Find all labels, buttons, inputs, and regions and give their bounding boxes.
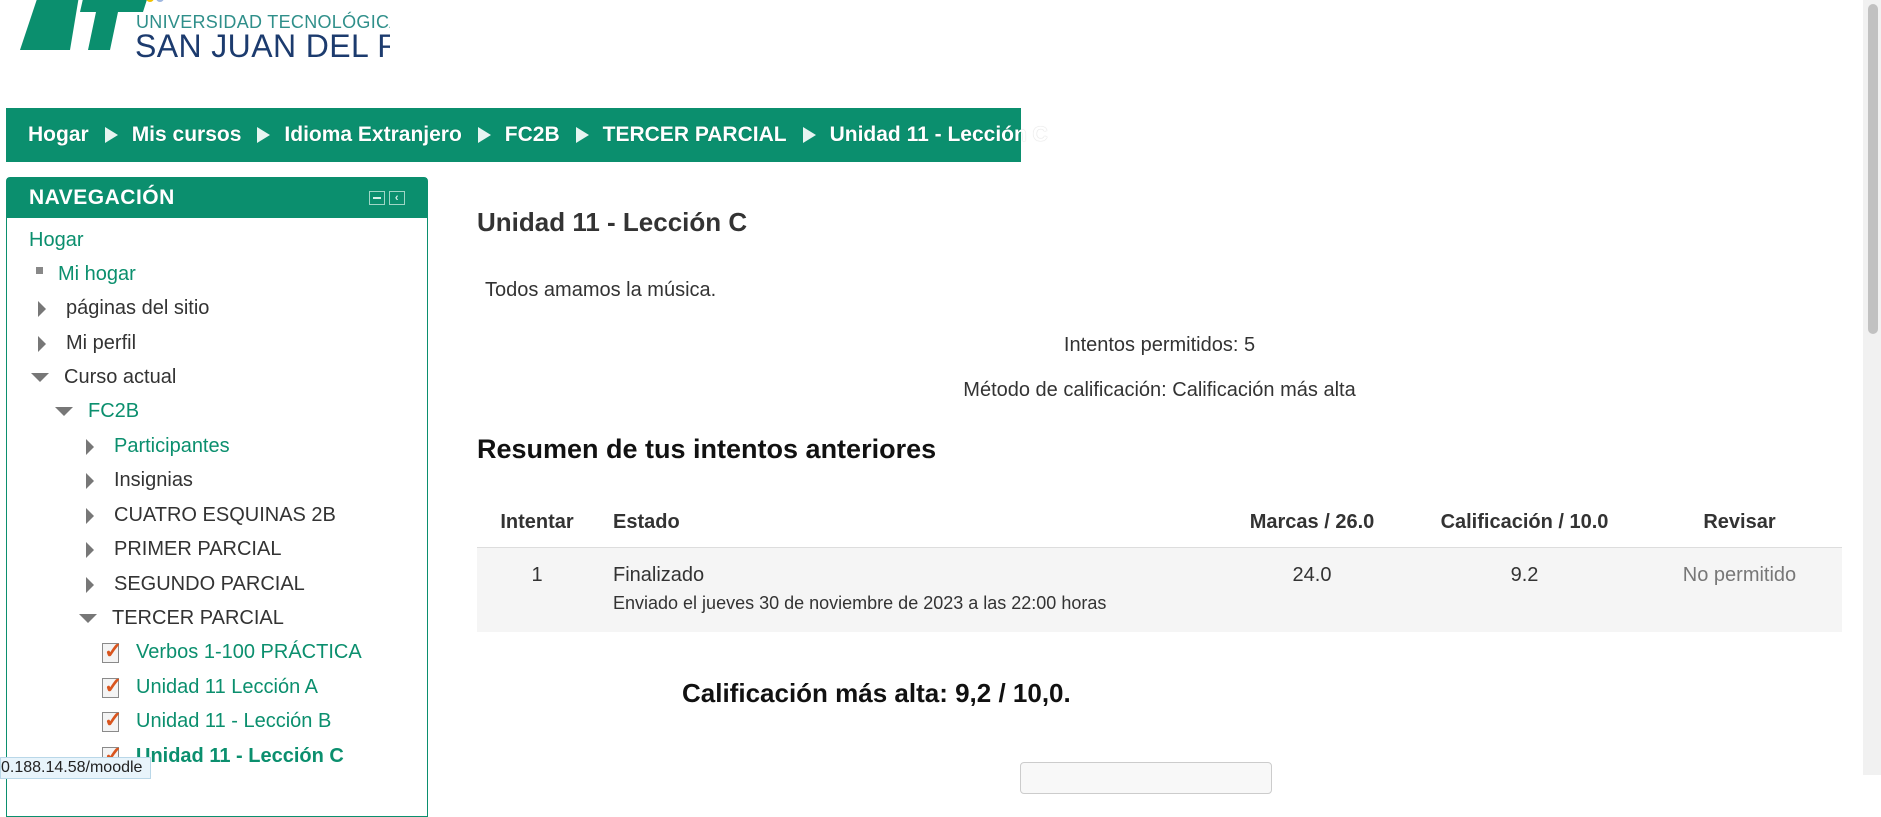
collapse-arrow-icon — [79, 614, 97, 623]
nav-item-quiz-unidad-11-a[interactable]: ✓ Unidad 11 Lección A — [102, 672, 318, 699]
attempts-table: Intentar Estado Marcas / 26.0 Calificaci… — [477, 497, 1842, 632]
nav-item-section-segundo-parcial[interactable]: SEGUNDO PARCIAL — [86, 573, 305, 596]
dock-block-icon[interactable]: ‹ — [389, 191, 405, 205]
column-header-marks: Marcas / 26.0 — [1212, 497, 1412, 548]
table-header-row: Intentar Estado Marcas / 26.0 Calificaci… — [477, 497, 1842, 548]
nav-item-label: Mi hogar — [58, 263, 136, 285]
nav-item-quiz-verbos[interactable]: ✓ Verbos 1-100 PRÁCTICA — [102, 637, 362, 664]
attempt-submitted-date: Enviado el jueves 30 de noviembre de 202… — [613, 593, 1107, 613]
expand-arrow-icon — [86, 472, 94, 489]
breadcrumb-home[interactable]: Hogar — [28, 123, 89, 147]
column-header-state: Estado — [597, 497, 1212, 548]
nav-item-label: TERCER PARCIAL — [112, 607, 284, 629]
nav-item-label: Verbos 1-100 PRÁCTICA — [136, 641, 362, 663]
nav-item-current-course[interactable]: Curso actual — [31, 366, 176, 389]
quiz-icon: ✓ — [102, 637, 123, 663]
page-scrollbar[interactable] — [1863, 0, 1881, 775]
expand-arrow-icon — [86, 507, 94, 524]
bullet-icon — [36, 267, 43, 274]
attempt-marks: 24.0 — [1292, 564, 1332, 586]
nav-item-my-profile[interactable]: Mi perfil — [38, 332, 136, 355]
expand-arrow-icon — [86, 576, 94, 593]
navigation-header: NAVEGACIÓN ‹ — [7, 178, 427, 218]
navigation-block: NAVEGACIÓN ‹ Hogar Mi hogar páginas del … — [6, 177, 428, 817]
quiz-icon: ✓ — [102, 672, 123, 698]
table-row: 1 Finalizado Enviado el jueves 30 de nov… — [477, 547, 1842, 632]
expand-arrow-icon — [86, 438, 94, 455]
nav-item-label: Unidad 11 Lección A — [136, 676, 318, 698]
attempt-number: 1 — [531, 564, 543, 586]
column-header-grade: Calificación / 10.0 — [1412, 497, 1637, 548]
collapse-block-icon[interactable] — [369, 191, 385, 205]
status-bar-url: 0.188.14.58/moodle — [0, 757, 152, 779]
university-logo[interactable]: UNIVERSIDAD TECNOLÓGICA DE SAN JUAN DEL … — [10, 0, 390, 66]
nav-item-badges[interactable]: Insignias — [86, 469, 193, 492]
navigation-title: NAVEGACIÓN — [29, 186, 175, 209]
nav-item-section-cuatro-esquinas[interactable]: CUATRO ESQUINAS 2B — [86, 504, 336, 527]
nav-item-label: Participantes — [114, 435, 230, 457]
nav-item-label: Unidad 11 - Lección B — [136, 710, 332, 732]
grading-method: Método de calificación: Calificación más… — [963, 379, 1356, 401]
nav-item-quiz-unidad-11-b[interactable]: ✓ Unidad 11 - Lección B — [102, 706, 332, 733]
collapse-arrow-icon — [55, 407, 73, 416]
nav-item-course-fc2b[interactable]: FC2B — [55, 400, 139, 423]
column-header-review: Revisar — [1637, 497, 1842, 548]
breadcrumb-foreign-language[interactable]: Idioma Extranjero — [284, 123, 461, 147]
nav-item-label: Hogar — [29, 229, 84, 251]
nav-item-section-primer-parcial[interactable]: PRIMER PARCIAL — [86, 538, 281, 561]
breadcrumb-separator-icon — [104, 127, 118, 143]
attempt-state: Finalizado — [613, 564, 705, 586]
attempt-review-status: No permitido — [1682, 564, 1797, 586]
expand-arrow-icon — [86, 541, 94, 558]
nav-item-label: Curso actual — [64, 366, 177, 388]
highest-grade: Calificación más alta: 9,2 / 10,0. — [682, 678, 1071, 708]
nav-item-label: páginas del sitio — [66, 297, 210, 319]
nav-item-label: PRIMER PARCIAL — [114, 538, 282, 560]
nav-item-section-tercer-parcial[interactable]: TERCER PARCIAL — [79, 607, 284, 630]
nav-item-label: FC2B — [88, 400, 140, 422]
nav-item-site-pages[interactable]: páginas del sitio — [38, 297, 209, 320]
collapse-arrow-icon — [31, 373, 49, 382]
lesson-intro-text: Todos amamos la música. — [485, 279, 717, 301]
nav-item-home[interactable]: Hogar — [29, 229, 83, 252]
page-title: Unidad 11 - Lección C — [477, 207, 748, 237]
nav-item-label: SEGUNDO PARCIAL — [114, 573, 305, 595]
expand-arrow-icon — [38, 335, 46, 352]
expand-arrow-icon — [38, 300, 46, 317]
attempts-allowed: Intentos permitidos: 5 — [1063, 334, 1256, 356]
logo-text-campus: SAN JUAN DEL RÍO — [135, 28, 390, 64]
nav-item-label: Insignias — [114, 469, 193, 491]
nav-item-participants[interactable]: Participantes — [86, 435, 230, 458]
attempt-grade: 9.2 — [1510, 564, 1539, 586]
breadcrumb-my-courses[interactable]: Mis cursos — [132, 123, 242, 147]
continue-button[interactable] — [1020, 762, 1272, 794]
nav-item-label: CUATRO ESQUINAS 2B — [114, 504, 336, 526]
nav-item-my-home[interactable]: Mi hogar — [36, 263, 136, 286]
nav-item-label-active: Unidad 11 - Lección C — [136, 745, 344, 767]
breadcrumb-separator-icon — [257, 127, 271, 143]
summary-title: Resumen de tus intentos anteriores — [477, 434, 937, 464]
quiz-icon: ✓ — [102, 706, 123, 732]
scrollbar-thumb[interactable] — [1868, 4, 1878, 334]
nav-item-label: Mi perfil — [66, 332, 137, 354]
main-content: Unidad 11 - Lección C Todos amamos la mú… — [477, 0, 1842, 794]
column-header-attempt: Intentar — [477, 497, 597, 548]
